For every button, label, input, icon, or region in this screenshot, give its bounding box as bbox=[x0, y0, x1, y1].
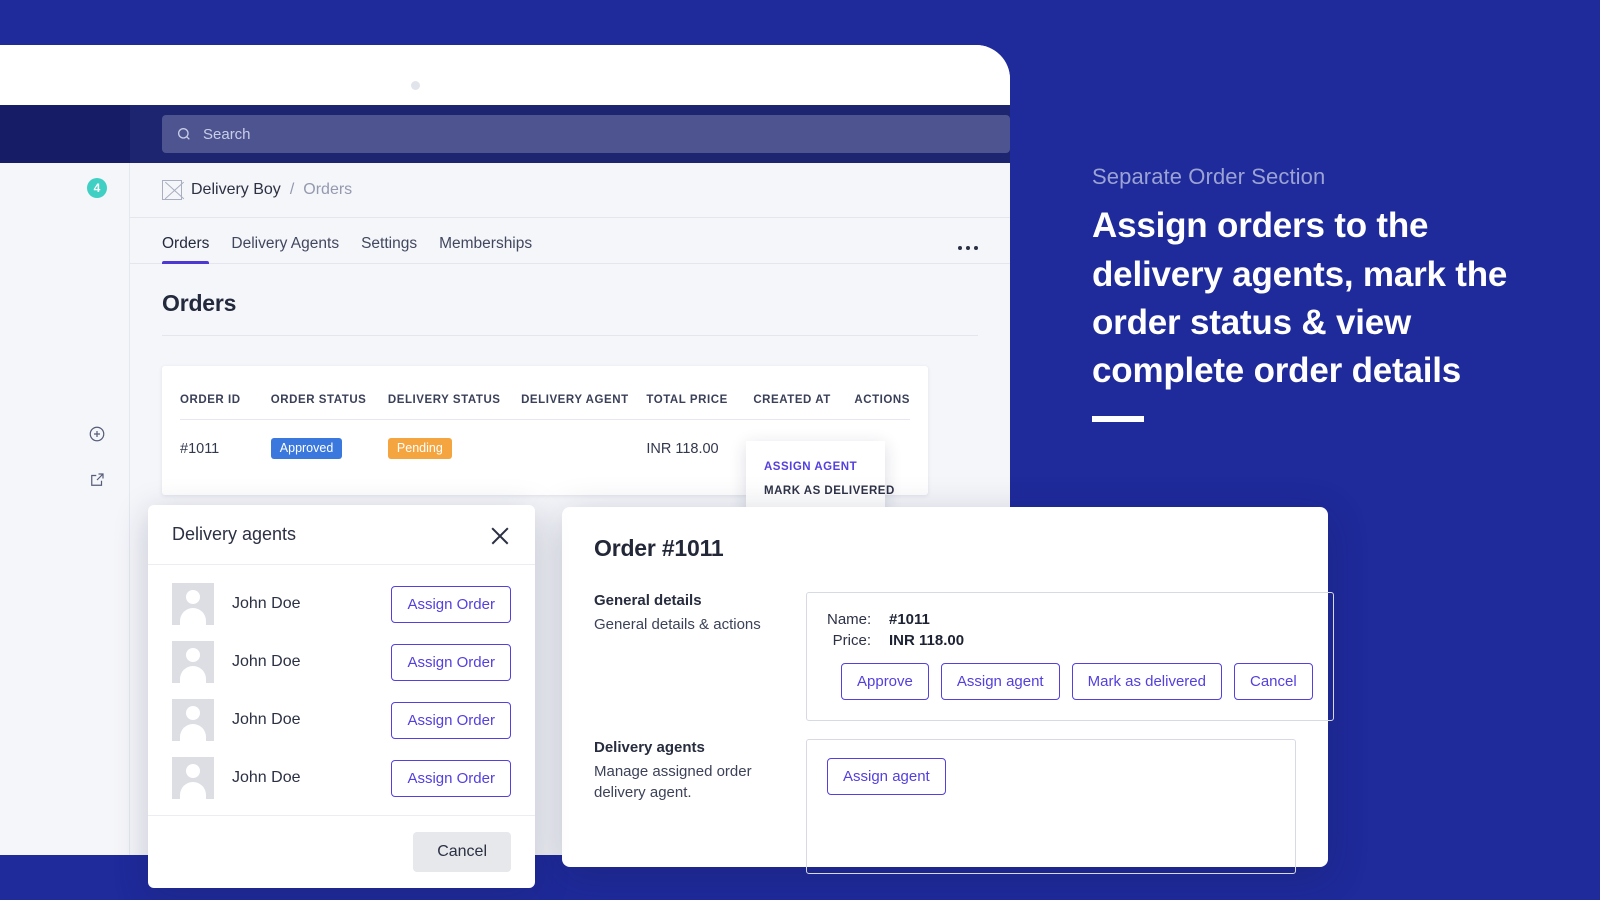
column-header-order-id: ORDER ID bbox=[180, 366, 271, 420]
delivery-agents-label: Delivery agents Manage assigned order de… bbox=[594, 739, 806, 874]
sidebar-badge: 4 bbox=[87, 178, 107, 198]
tab-bar: Orders Delivery Agents Settings Membersh… bbox=[130, 218, 1010, 264]
cell-total-price: INR 118.00 bbox=[646, 440, 719, 457]
plus-circle-icon[interactable] bbox=[87, 424, 107, 444]
order-price-label: Price: bbox=[832, 632, 871, 649]
column-header-actions: ACTIONS bbox=[854, 366, 910, 420]
general-details-label: General details General details & action… bbox=[594, 592, 806, 721]
breadcrumb: Delivery Boy / Orders bbox=[130, 163, 1010, 218]
search-field[interactable]: Search bbox=[162, 115, 1010, 153]
tab-memberships[interactable]: Memberships bbox=[439, 235, 532, 263]
delivery-agents-modal: Delivery agents John Doe Assign Order Jo… bbox=[148, 505, 535, 888]
order-name-label: Name: bbox=[827, 611, 872, 628]
cell-order-status: Approved bbox=[270, 420, 388, 496]
list-item: John Doe Assign Order bbox=[148, 575, 535, 633]
search-icon bbox=[176, 126, 192, 142]
avatar bbox=[172, 699, 214, 741]
delivery-agents-description: Manage assigned order delivery agent. bbox=[594, 763, 752, 801]
tab-orders[interactable]: Orders bbox=[162, 235, 210, 264]
cancel-order-button[interactable]: Cancel bbox=[1234, 663, 1313, 700]
agent-name: John Doe bbox=[232, 653, 301, 670]
column-header-delivery-status: DELIVERY STATUS bbox=[387, 366, 522, 420]
promo-rule bbox=[1092, 415, 1144, 422]
cell-delivery-agent bbox=[521, 420, 646, 496]
sidebar-item-0[interactable]: s bbox=[0, 205, 129, 239]
sidebar-item-1[interactable]: ers bbox=[0, 239, 129, 273]
promo-headline: Assign orders to the delivery agents, ma… bbox=[1092, 206, 1508, 391]
app-logo-placeholder-icon bbox=[162, 180, 182, 200]
cancel-button[interactable]: Cancel bbox=[413, 832, 511, 872]
delivery-agents-heading: Delivery agents bbox=[594, 739, 705, 756]
promo-eyebrow: Separate Order Section bbox=[1092, 164, 1326, 189]
delivery-agents-section: Delivery agents Manage assigned order de… bbox=[594, 739, 1296, 874]
order-detail-panel: Order #1011 General details General deta… bbox=[562, 507, 1334, 874]
sidebar-header bbox=[0, 105, 130, 163]
delivery-agents-box: Assign agent bbox=[806, 739, 1296, 874]
approve-button[interactable]: Approve bbox=[841, 663, 929, 700]
page-title: Orders bbox=[162, 264, 978, 336]
agents-list: John Doe Assign Order John Doe Assign Or… bbox=[148, 565, 535, 815]
promo-block: Separate Order Section Assign orders to … bbox=[1092, 164, 1562, 422]
general-details-heading: General details bbox=[594, 592, 702, 609]
tab-settings[interactable]: Settings bbox=[361, 235, 417, 263]
assign-order-button[interactable]: Assign Order bbox=[391, 701, 511, 739]
general-details-description: General details & actions bbox=[594, 616, 761, 633]
order-price-value: INR 118.00 bbox=[889, 632, 965, 649]
general-details-section: General details General details & action… bbox=[594, 592, 1334, 721]
agent-name: John Doe bbox=[232, 711, 301, 728]
modal-footer: Cancel bbox=[148, 815, 535, 888]
modal-header: Delivery agents bbox=[148, 505, 535, 565]
top-bar: Search bbox=[130, 105, 1010, 163]
camera-dot-icon bbox=[411, 81, 420, 90]
status-badge-pending: Pending bbox=[387, 438, 452, 460]
sidebar-item-badge-row[interactable]: 4 bbox=[0, 171, 129, 205]
column-header-total-price: TOTAL PRICE bbox=[646, 366, 754, 420]
order-price-row: Price: INR 118.00 bbox=[827, 632, 1313, 649]
order-name-row: Name: #1011 bbox=[827, 611, 1313, 628]
table-header-row: ORDER ID ORDER STATUS DELIVERY STATUS DE… bbox=[180, 366, 910, 420]
list-item: John Doe Assign Order bbox=[148, 633, 535, 691]
list-item: John Doe Assign Order bbox=[148, 749, 535, 807]
avatar bbox=[172, 757, 214, 799]
menu-item-assign-agent[interactable]: ASSIGN AGENT bbox=[746, 455, 885, 479]
mark-as-delivered-button[interactable]: Mark as delivered bbox=[1071, 663, 1222, 700]
sidebar: 4 s ers ts ELS tore bbox=[0, 105, 130, 855]
assign-agent-button[interactable]: Assign agent bbox=[940, 663, 1060, 700]
breadcrumb-app[interactable]: Delivery Boy bbox=[191, 181, 281, 199]
list-item: John Doe Assign Order bbox=[148, 691, 535, 749]
breadcrumb-separator: / bbox=[289, 181, 295, 198]
column-header-created-at: CREATED AT bbox=[753, 366, 855, 420]
tab-delivery-agents[interactable]: Delivery Agents bbox=[231, 235, 339, 263]
menu-item-mark-as-delivered[interactable]: MARK AS DELIVERED bbox=[746, 479, 894, 503]
general-actions-row: Approve Assign agent Mark as delivered C… bbox=[827, 663, 1313, 700]
sidebar-section-header: ELS bbox=[0, 417, 129, 451]
column-header-order-status: ORDER STATUS bbox=[270, 366, 388, 420]
breadcrumb-page[interactable]: Orders bbox=[303, 181, 352, 199]
close-icon[interactable] bbox=[489, 524, 511, 546]
sidebar-gap-2 bbox=[0, 333, 129, 417]
tab-overflow-menu-icon[interactable] bbox=[958, 246, 978, 263]
search-placeholder: Search bbox=[203, 125, 251, 143]
status-badge-approved: Approved bbox=[270, 438, 343, 460]
external-link-icon[interactable] bbox=[87, 470, 107, 490]
agent-name: John Doe bbox=[232, 769, 301, 786]
avatar bbox=[172, 641, 214, 683]
order-detail-title: Order #1011 bbox=[594, 535, 724, 561]
assign-order-button[interactable]: Assign Order bbox=[391, 643, 511, 681]
assign-agent-button[interactable]: Assign agent bbox=[827, 758, 946, 795]
assign-order-button[interactable]: Assign Order bbox=[391, 759, 511, 797]
sidebar-item-store[interactable]: tore bbox=[0, 463, 129, 497]
cell-delivery-status: Pending bbox=[387, 420, 521, 496]
avatar bbox=[172, 583, 214, 625]
sidebar-item-2[interactable]: ts bbox=[0, 299, 129, 333]
column-header-delivery-agent: DELIVERY AGENT bbox=[521, 366, 647, 420]
cell-order-id: #1011 bbox=[180, 440, 220, 457]
assign-order-button[interactable]: Assign Order bbox=[391, 585, 511, 623]
modal-title: Delivery agents bbox=[172, 524, 297, 544]
order-name-value: #1011 bbox=[889, 611, 930, 628]
agent-name: John Doe bbox=[232, 595, 301, 612]
browser-chrome bbox=[0, 45, 1010, 105]
general-details-box: Name: #1011 Price: INR 118.00 Approve As… bbox=[806, 592, 1334, 721]
